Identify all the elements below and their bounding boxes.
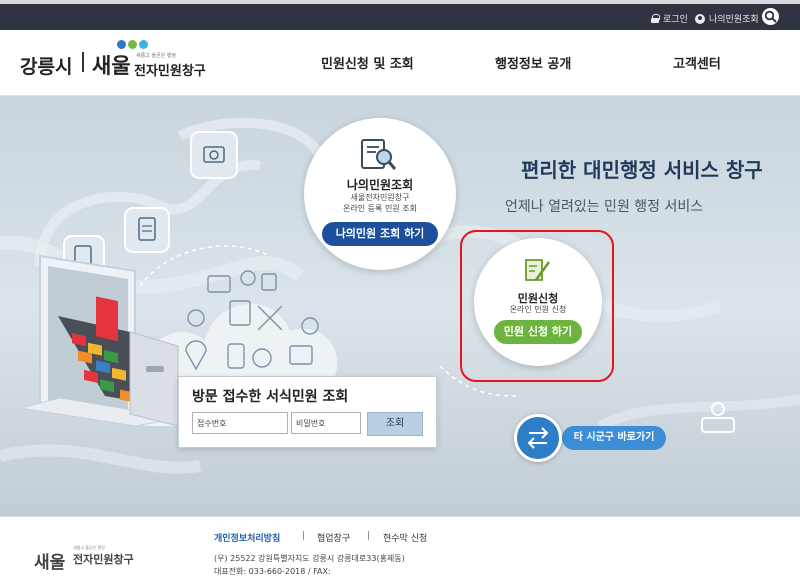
nav-customer-center[interactable]: 고객센터 [673, 53, 721, 72]
footer-address: (우) 25522 강원특별자치도 강릉시 강릉대로33(홍제동) [214, 554, 405, 563]
site-header: 강릉시 새울 새롭고 올곧은 행정 전자민원창구 민원신청 및 조회 행정정보 … [0, 30, 800, 96]
exchange-arrows-icon [527, 427, 549, 449]
logo-divider [82, 52, 84, 72]
magnifier-document-icon [361, 139, 397, 170]
footer-link-banner[interactable]: 현수막 신청 [383, 531, 427, 544]
my-petition-link[interactable]: 나의민원조회 [695, 12, 759, 25]
brand-portal-name: 전자민원창구 [134, 64, 206, 79]
my-petition-desc-line2: 온라인 등록 민원 조회 [343, 204, 417, 213]
hero-section: 편리한 대민행정 서비스 창구 언제나 열려있는 민원 행정 서비스 나의민원조… [0, 96, 800, 516]
highlight-box [460, 230, 614, 382]
receipt-number-input[interactable] [192, 412, 288, 434]
footer-brand-portal: 전자민원창구 [73, 553, 134, 566]
login-label: 로그인 [663, 15, 688, 25]
search-button[interactable] [762, 8, 779, 25]
logo-dot-sky [139, 40, 148, 49]
footer-link-privacy[interactable]: 개인정보처리방침 [214, 531, 280, 544]
footer-separator: | [367, 531, 371, 541]
password-input[interactable] [291, 412, 361, 434]
lock-icon [651, 14, 660, 23]
logo-dot-green [128, 40, 137, 49]
other-city-button[interactable]: 타 시군구 바로가기 [562, 426, 666, 450]
hero-subtitle: 언제나 열려있는 민원 행정 서비스 [505, 199, 704, 215]
lookup-title: 방문 접수한 서식민원 조회 [192, 389, 349, 405]
my-petition-card: 나의민원조회 새울전자민원창구 온라인 등록 민원 조회 나의민원 조회 하기 [304, 118, 456, 270]
footer-link-collab[interactable]: 협업창구 [317, 531, 350, 544]
my-petition-title: 나의민원조회 [346, 178, 414, 192]
lookup-submit-button[interactable]: 조회 [367, 412, 423, 436]
city-name: 강릉시 [20, 56, 73, 78]
login-link[interactable]: 로그인 [651, 12, 688, 25]
brand-name: 새울 [92, 54, 131, 78]
nav-petition-apply[interactable]: 민원신청 및 조회 [321, 53, 414, 72]
footer-brand: 새울 [34, 553, 66, 573]
person-desk-icon [694, 396, 742, 444]
brand-slogan: 새롭고 올곧은 행정 [136, 53, 176, 59]
visit-petition-lookup: 방문 접수한 서식민원 조회 조회 [178, 376, 437, 448]
footer-phone: 대표전화: 033-660-2018 / FAX: [214, 567, 331, 576]
site-footer: 새울 새롭고 올곧은 행정 전자민원창구 개인정보처리방침 | 협업창구 | 현… [0, 516, 800, 585]
search-icon [764, 10, 777, 23]
nav-admin-info[interactable]: 행정정보 공개 [495, 53, 571, 72]
user-icon [695, 13, 705, 24]
logo-dot-blue [117, 40, 126, 49]
utility-bar: 로그인 나의민원조회 [0, 0, 800, 30]
my-petition-lookup-button[interactable]: 나의민원 조회 하기 [322, 222, 438, 246]
hero-title: 편리한 대민행정 서비스 창구 [521, 158, 763, 182]
my-petition-desc-line1: 새울전자민원창구 [350, 193, 410, 202]
my-petition-label: 나의민원조회 [709, 15, 759, 25]
other-city-icon-wrap[interactable] [514, 414, 562, 462]
footer-separator: | [302, 531, 306, 541]
